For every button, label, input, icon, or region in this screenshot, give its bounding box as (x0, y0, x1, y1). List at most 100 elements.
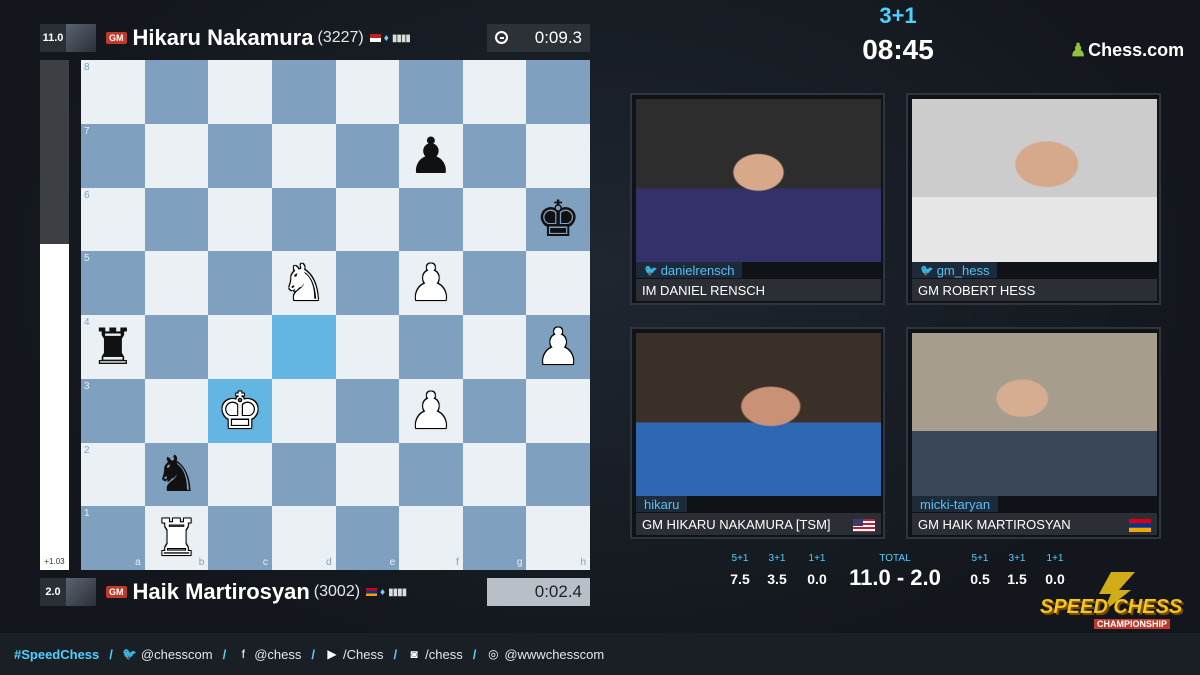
square-c4[interactable] (208, 315, 272, 379)
square-d3[interactable] (271, 378, 336, 443)
square-f8[interactable] (399, 60, 463, 124)
square-h5[interactable] (526, 251, 590, 315)
square-c2[interactable] (208, 442, 272, 507)
rank-label: 2 (84, 444, 90, 456)
square-h2[interactable] (526, 442, 590, 507)
square-h6[interactable]: ♚ (526, 187, 590, 252)
rank-label: 5 (84, 253, 90, 265)
square-f7[interactable]: ♟ (399, 123, 463, 188)
square-a6[interactable]: 6 (81, 187, 145, 252)
score-head: 3+1 (1008, 553, 1026, 564)
social-facebook[interactable]: f @chess (236, 647, 302, 662)
square-a4[interactable]: 4 ♜ (81, 315, 145, 379)
square-b3[interactable] (144, 378, 209, 443)
square-g8[interactable] (462, 60, 527, 124)
eval-black-fill (40, 60, 69, 244)
black-rook-icon[interactable]: ♜ (81, 315, 145, 379)
square-e5[interactable] (335, 251, 400, 315)
webcam-player-1: hikaru GM HIKARU NAKAMURA [TSM] (630, 327, 885, 539)
social-youtube[interactable]: ▶ /Chess (325, 647, 383, 662)
square-b4[interactable] (144, 315, 209, 379)
white-pawn-icon[interactable]: ♟ (399, 379, 463, 443)
square-g2[interactable] (462, 442, 527, 507)
twitter-icon: 🐦 (920, 264, 934, 277)
white-knight-icon[interactable]: ♞ (272, 251, 336, 315)
stream-overlay: 11.0 GM Hikaru Nakamura (3227) ♦ ▮▮▮▮ 0:… (0, 0, 1200, 675)
file-label: c (262, 557, 268, 568)
file-label: f (455, 557, 459, 568)
square-e7[interactable] (335, 123, 400, 188)
square-h7[interactable] (526, 123, 590, 188)
score-head: 1+1 (808, 553, 826, 564)
white-rook-icon[interactable]: ♜ (145, 506, 209, 570)
square-a5[interactable]: 5 (81, 251, 145, 315)
square-f2[interactable] (399, 442, 463, 507)
square-d1[interactable]: d (271, 506, 336, 570)
square-e4[interactable] (335, 315, 400, 379)
square-f3[interactable]: ♟ (399, 378, 463, 443)
square-d6[interactable] (271, 187, 336, 252)
square-h8[interactable] (526, 60, 590, 124)
square-b6[interactable] (144, 187, 209, 252)
square-e2[interactable] (335, 442, 400, 507)
black-pawn-icon[interactable]: ♟ (399, 124, 463, 188)
square-a2[interactable]: 2 (81, 442, 145, 507)
square-h4[interactable]: ♟ (526, 315, 590, 379)
square-f5[interactable]: ♟ (399, 251, 463, 315)
square-a8[interactable]: 8 (81, 60, 145, 124)
square-b8[interactable] (144, 60, 209, 124)
total-head: TOTAL (879, 553, 911, 564)
square-c6[interactable] (208, 187, 272, 252)
square-f1[interactable]: f (399, 506, 463, 570)
square-d2[interactable] (271, 442, 336, 507)
square-d4[interactable] (271, 315, 336, 379)
square-g5[interactable] (462, 251, 527, 315)
square-a1[interactable]: 1a (81, 506, 145, 570)
square-c3[interactable]: ♚ (208, 378, 272, 443)
black-king-icon[interactable]: ♚ (526, 188, 590, 252)
file-label: e (389, 557, 396, 568)
square-h3[interactable] (526, 378, 590, 443)
black-knight-icon[interactable]: ♞ (145, 443, 209, 507)
square-b7[interactable] (144, 123, 209, 188)
square-c8[interactable] (208, 60, 272, 124)
social-text: /Chess (343, 646, 384, 662)
square-c5[interactable] (208, 251, 272, 315)
square-d5[interactable]: ♞ (271, 251, 336, 315)
diamond-icon: ♦ (380, 586, 386, 598)
top-player-name: Hikaru Nakamura (132, 25, 314, 50)
square-e3[interactable] (335, 378, 400, 443)
instagram-icon: ◎ (488, 647, 499, 661)
square-d7[interactable] (271, 123, 336, 188)
white-pawn-icon[interactable]: ♟ (526, 315, 590, 379)
cam-caption-text: GM HAIK MARTIROSYAN (918, 516, 1071, 532)
white-king-icon[interactable]: ♚ (208, 379, 272, 443)
social-twitter[interactable]: 🐦 @chesscom (122, 647, 212, 662)
square-h1[interactable]: h (526, 506, 590, 570)
social-twitch[interactable]: ◙ /chess (407, 647, 463, 662)
square-a3[interactable]: 3 (81, 378, 145, 443)
square-c1[interactable]: c (208, 506, 272, 570)
square-g6[interactable] (462, 187, 527, 252)
square-g1[interactable]: g (462, 506, 527, 570)
us-flag-icon (369, 34, 381, 42)
square-g4[interactable] (462, 315, 527, 379)
white-pawn-icon[interactable]: ♟ (399, 251, 463, 315)
chess-board[interactable]: 8 7 ♟ 6 ♚ 5 ♞ ♟ 4 ♜ ♟ 3 ♚ ♟ 2 ♞ 1 a b ♜ c d e f g h (81, 60, 590, 570)
armenia-flag-icon (366, 588, 378, 596)
square-b5[interactable] (144, 251, 209, 315)
square-g7[interactable] (462, 123, 527, 188)
square-f4[interactable] (399, 315, 463, 379)
square-e1[interactable]: e (335, 506, 400, 570)
square-f6[interactable] (399, 187, 463, 252)
square-g3[interactable] (462, 378, 527, 443)
square-b1[interactable]: b ♜ (144, 506, 209, 570)
square-a7[interactable]: 7 (81, 123, 145, 188)
square-e8[interactable] (335, 60, 400, 124)
social-instagram[interactable]: ◎ @wwwchesscom (486, 647, 604, 662)
square-e6[interactable] (335, 187, 400, 252)
square-b2[interactable]: ♞ (144, 442, 209, 507)
square-c7[interactable] (208, 123, 272, 188)
square-d8[interactable] (271, 60, 336, 124)
file-label: g (516, 557, 523, 568)
